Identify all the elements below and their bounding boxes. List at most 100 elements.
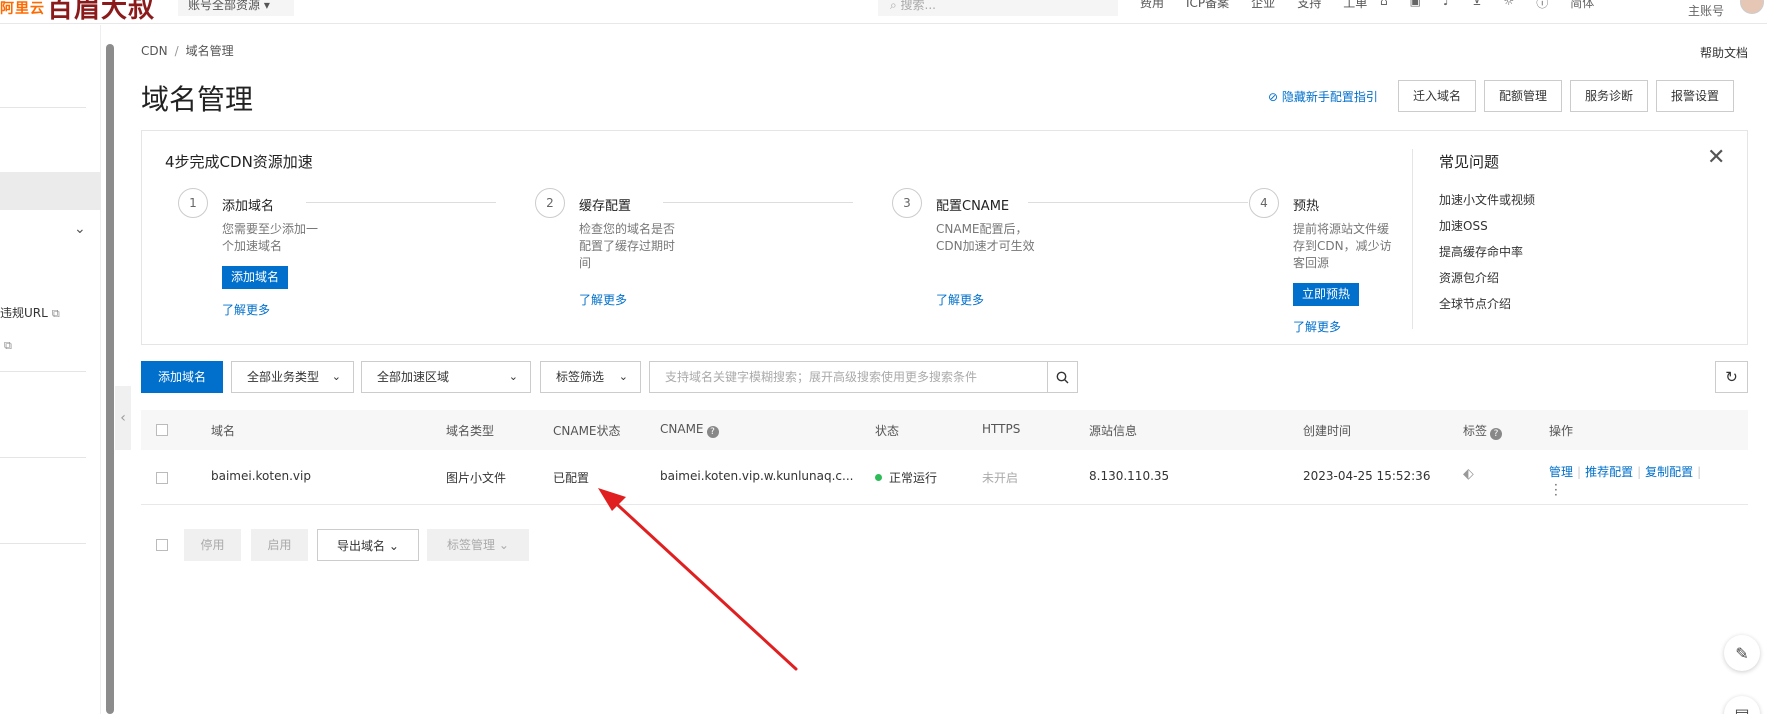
cname-value: baimei.koten.vip.w.kunlunaq.c... (660, 469, 854, 483)
search-button[interactable] (1047, 361, 1078, 393)
refresh-icon: ↻ (1725, 368, 1738, 386)
chevron-down-icon: ⌄ (388, 539, 399, 553)
import-domain-button[interactable]: 迁入域名 (1398, 80, 1477, 112)
alarm-settings-button[interactable]: 报警设置 (1656, 80, 1735, 112)
hide-guide-link[interactable]: ⊘ 隐藏新手配置指引 (1268, 88, 1378, 105)
recommend-config-link[interactable]: 推荐配置 (1585, 465, 1633, 479)
question-icon[interactable]: ? (706, 426, 719, 438)
tag-management-select[interactable]: 标签管理 ⌄ (427, 529, 529, 561)
table-row: baimei.koten.vip 图片小文件 已配置 baimei.koten.… (141, 450, 1748, 505)
top-navigation-bar: 阿里云百眉大叔 账号全部资源 ▾ ⌕ 搜索... 费用 ICP备案 企业 支持 … (0, 0, 1767, 24)
service-diagnosis-button[interactable]: 服务诊断 (1570, 80, 1649, 112)
top-menu-icp[interactable]: ICP备案 (1186, 0, 1229, 11)
top-search-input[interactable]: ⌕ 搜索... (878, 0, 1118, 16)
col-tags: 标签? (1463, 422, 1503, 440)
domain-link[interactable]: baimei.koten.vip (211, 469, 311, 483)
chat-button[interactable]: ▤ (1724, 696, 1760, 714)
preheat-now-button[interactable]: 立即预热 (1293, 283, 1360, 306)
export-domain-label: 导出域名 (337, 539, 386, 553)
learn-more-link[interactable]: 了解更多 (936, 291, 984, 308)
region-select[interactable]: 全部加速区域 ⌄ (361, 361, 531, 393)
top-search-placeholder: 搜索... (900, 0, 936, 12)
step-connector (1028, 202, 1248, 203)
close-icon[interactable]: ✕ (1707, 145, 1725, 170)
guide-add-domain-button[interactable]: 添加域名 (222, 266, 289, 289)
top-menu-ticket[interactable]: 工单 (1343, 0, 1367, 11)
sidebar-item-external[interactable]: ⧉ (0, 338, 12, 353)
collapse-sidebar-handle[interactable]: ‹ (115, 386, 131, 450)
sidebar-item-active[interactable] (0, 172, 101, 210)
batch-select-checkbox[interactable] (156, 539, 168, 551)
question-icon[interactable]: ? (1490, 428, 1503, 440)
more-actions-icon[interactable]: · · · (1554, 479, 1558, 501)
breadcrumb: CDN / 域名管理 (141, 42, 234, 59)
left-sidebar: ⌄ 违规URL ⧉ ⧉ (0, 25, 101, 714)
step-connector (306, 202, 496, 203)
step-title: 配置CNAME (936, 199, 1010, 214)
manage-link[interactable]: 管理 (1549, 465, 1573, 479)
tag-filter-select[interactable]: 标签筛选 ⌄ (540, 361, 641, 393)
top-menu-fee[interactable]: 费用 (1140, 0, 1164, 11)
image-icon[interactable]: ▣ (1410, 0, 1421, 11)
domain-toolbar: 添加域名 全部业务类型 ⌄ 全部加速区域 ⌄ 标签筛选 ⌄ 支持域名关键字模糊搜索；展… (141, 361, 1748, 393)
business-type-select[interactable]: 全部业务类型 ⌄ (231, 361, 354, 393)
lightbulb-icon[interactable]: ☼ (1503, 0, 1514, 11)
external-link-icon: ⧉ (4, 339, 12, 352)
business-type-value: 全部业务类型 (247, 370, 320, 384)
row-checkbox[interactable] (156, 472, 168, 484)
cname-status: 已配置 (553, 471, 590, 485)
domain-search-input[interactable]: 支持域名关键字模糊搜索；展开高级搜索使用更多搜索条件 (649, 361, 1048, 393)
copy-config-link[interactable]: 复制配置 (1645, 465, 1693, 479)
export-domain-select[interactable]: 导出域名 ⌄ (317, 529, 419, 561)
enable-button[interactable]: 启用 (251, 529, 308, 561)
feedback-edit-button[interactable]: ✎ (1724, 635, 1760, 671)
account-scope-select[interactable]: 账号全部资源 ▾ (178, 0, 294, 16)
add-domain-button[interactable]: 添加域名 (141, 361, 223, 393)
col-cname-label: CNAME (660, 422, 704, 436)
faq-item[interactable]: 提高缓存命中率 (1439, 243, 1523, 260)
sidebar-divider (0, 543, 86, 544)
console-icon[interactable]: ⌂ (1380, 0, 1388, 11)
tag-icon[interactable]: ⬖ (1463, 466, 1474, 482)
edit-icon: ✎ (1735, 643, 1749, 663)
sidebar-item-label: 违规URL (0, 306, 48, 320)
setup-guide-panel: 4步完成CDN资源加速 1 添加域名 您需要至少添加一个加速域名 添加域名 了解… (141, 130, 1748, 345)
table-header: 域名 域名类型 CNAME状态 CNAME? 状态 HTTPS 源站信息 创建时… (141, 410, 1748, 450)
top-menu-support[interactable]: 支持 (1297, 0, 1321, 11)
status-text: 正常运行 (889, 471, 938, 485)
learn-more-link[interactable]: 了解更多 (222, 301, 270, 318)
faq-item[interactable]: 全球节点介绍 (1439, 295, 1511, 312)
sub-account-label: 主账号 (1688, 4, 1725, 18)
hide-guide-label: 隐藏新手配置指引 (1281, 90, 1378, 104)
col-operations: 操作 (1549, 424, 1574, 438)
help-doc-link[interactable]: 帮助文档 (1700, 44, 1748, 61)
help-icon[interactable]: ⓘ (1536, 0, 1548, 11)
top-menu-enterprise[interactable]: 企业 (1251, 0, 1275, 11)
language-switch[interactable]: 简体 (1570, 0, 1594, 11)
chevron-down-icon: ⌄ (331, 370, 341, 383)
faq-item[interactable]: 加速小文件或视频 (1439, 191, 1535, 208)
op-separator: | (1637, 465, 1642, 479)
faq-item[interactable]: 资源包介绍 (1439, 269, 1499, 286)
bell-icon[interactable]: ♪ (1443, 0, 1451, 11)
disable-button[interactable]: 停用 (184, 529, 241, 561)
learn-more-link[interactable]: 了解更多 (1293, 318, 1341, 335)
quota-management-button[interactable]: 配额管理 (1484, 80, 1563, 112)
faq-divider (1412, 149, 1413, 329)
select-all-checkbox[interactable] (156, 424, 168, 436)
col-tags-label: 标签 (1463, 424, 1488, 438)
col-cname: CNAME? (660, 422, 719, 438)
operations: 管理 | 推荐配置 | 复制配置 | (1549, 463, 1705, 480)
learn-more-link[interactable]: 了解更多 (579, 291, 627, 308)
refresh-button[interactable]: ↻ (1715, 361, 1748, 393)
sidebar-item-violation-url[interactable]: 违规URL ⧉ (0, 304, 60, 321)
chevron-down-icon[interactable]: ⌄ (74, 221, 86, 237)
sidebar-divider (0, 107, 86, 108)
breadcrumb-root[interactable]: CDN (141, 44, 168, 58)
batch-action-bar: 停用 启用 导出域名 ⌄ 标签管理 ⌄ (141, 529, 741, 561)
cart-icon[interactable]: ⊻ (1473, 0, 1482, 11)
avatar[interactable] (1740, 0, 1764, 14)
origin-info: 8.130.110.35 (1089, 469, 1170, 483)
faq-item[interactable]: 加速OSS (1439, 217, 1488, 234)
sidebar-scrollbar[interactable] (106, 44, 114, 714)
